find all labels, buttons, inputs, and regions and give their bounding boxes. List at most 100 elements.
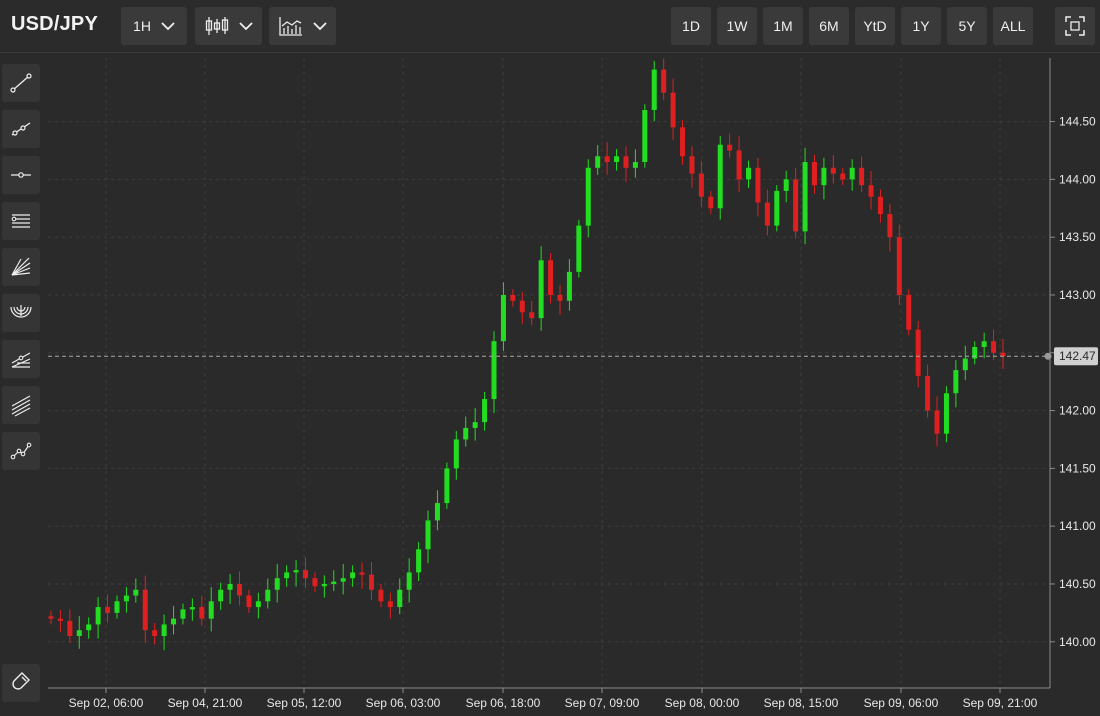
candle-body	[934, 410, 940, 434]
candle	[227, 574, 233, 604]
candle	[651, 61, 657, 122]
x-tick-label: Sep 06, 18:00	[466, 696, 541, 710]
candle-body	[199, 607, 205, 619]
candle	[604, 142, 610, 175]
candle	[802, 147, 808, 245]
candle	[557, 285, 563, 315]
candle-body	[482, 399, 488, 423]
candle-body	[651, 69, 657, 111]
candle	[425, 510, 431, 564]
candle-body	[472, 422, 478, 428]
candle	[783, 170, 789, 203]
candle	[331, 570, 337, 592]
candle-body	[180, 609, 186, 619]
candle-body	[764, 202, 770, 226]
candle-body	[783, 179, 789, 191]
candle-body	[538, 260, 544, 319]
candle-body	[604, 156, 610, 163]
candle	[482, 391, 488, 431]
candle-body	[142, 589, 148, 631]
candle	[661, 58, 667, 100]
candle	[717, 136, 723, 220]
x-tick-label: Sep 09, 21:00	[963, 696, 1038, 710]
candle	[953, 360, 959, 408]
candle-body	[48, 616, 54, 619]
candle	[566, 259, 572, 311]
candle-body	[717, 144, 723, 209]
candle-body	[453, 439, 459, 469]
candle	[95, 597, 101, 639]
candle	[453, 430, 459, 480]
candle-body	[906, 294, 912, 330]
candle	[906, 289, 912, 336]
candles	[48, 58, 1006, 651]
candle	[962, 345, 968, 381]
candle	[877, 189, 883, 223]
candle-body	[774, 190, 780, 226]
candlestick-chart[interactable]: 140.00140.50141.00141.50142.00142.50143.…	[0, 0, 1100, 711]
candle-body	[830, 167, 836, 174]
candle	[406, 558, 412, 603]
candle	[840, 167, 846, 186]
candle	[576, 219, 582, 278]
candle-body	[585, 167, 591, 226]
x-tick-label: Sep 08, 00:00	[665, 696, 740, 710]
candle-body	[57, 618, 63, 621]
candle-body	[302, 570, 308, 579]
candle	[680, 120, 686, 165]
x-tick-label: Sep 07, 09:00	[565, 696, 640, 710]
candle-body	[915, 329, 921, 376]
candle	[548, 253, 554, 304]
candle	[915, 321, 921, 388]
y-tick-label: 140.00	[1059, 635, 1096, 649]
candle-body	[642, 110, 648, 163]
candle	[48, 610, 54, 625]
candle-body	[868, 185, 874, 197]
candle	[67, 609, 73, 644]
candle-body	[670, 92, 676, 128]
candle	[1000, 338, 1006, 369]
candle-body	[368, 574, 374, 590]
candle	[237, 571, 243, 606]
candle-body	[943, 393, 949, 434]
candle-body	[548, 260, 554, 295]
x-tick-label: Sep 04, 21:00	[168, 696, 243, 710]
x-tick-label: Sep 02, 06:00	[69, 696, 144, 710]
candle-body	[284, 572, 290, 579]
candle	[387, 592, 393, 619]
candle	[821, 157, 827, 200]
chart-axes	[48, 58, 1051, 689]
candle	[189, 598, 195, 621]
candle-body	[840, 173, 846, 180]
x-tick-label: Sep 08, 15:00	[764, 696, 839, 710]
y-axis-labels: 140.00140.50141.00141.50142.00142.50143.…	[1050, 115, 1096, 649]
candle-body	[444, 468, 450, 504]
candle-body	[566, 271, 572, 301]
candle	[764, 189, 770, 236]
candle-body	[105, 607, 111, 613]
candle-body	[152, 630, 158, 636]
last-price-dot	[1044, 352, 1052, 360]
candle	[274, 564, 280, 603]
candle-body	[255, 601, 261, 608]
x-axis-labels: Sep 02, 06:00 Sep 04, 21:00 Sep 05, 12:00 S…	[69, 688, 1038, 710]
candle	[529, 300, 535, 326]
candle	[114, 595, 120, 619]
candle	[171, 605, 177, 635]
candle-body	[208, 601, 214, 619]
y-tick-label: 141.00	[1059, 519, 1096, 533]
candle	[896, 224, 902, 305]
candle-body	[811, 162, 817, 186]
candle-body	[529, 312, 535, 319]
candle-body	[896, 237, 902, 295]
x-tick-label: Sep 09, 06:00	[864, 696, 939, 710]
y-tick-label: 143.50	[1059, 230, 1096, 244]
candle-body	[500, 294, 506, 342]
candle-body	[227, 583, 233, 590]
candle-body	[331, 581, 337, 584]
candle-body	[76, 630, 82, 636]
candle	[500, 282, 506, 352]
candle-body	[632, 162, 638, 168]
candle-body	[953, 370, 959, 394]
candle	[859, 156, 865, 193]
